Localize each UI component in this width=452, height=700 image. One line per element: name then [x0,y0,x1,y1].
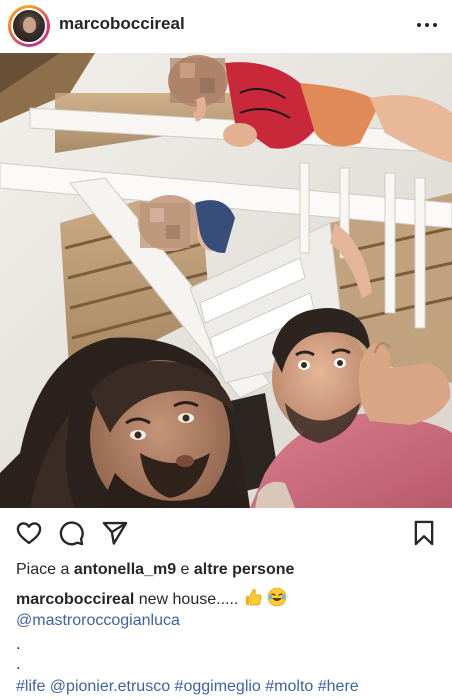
heart-icon[interactable] [15,519,43,547]
caption-username[interactable]: marcoboccireal [16,591,134,608]
mention-link[interactable]: @mastroroccogianluca [16,612,180,630]
likes-summary: Piace a antonella_m9 e altre persone [16,561,294,579]
post-caption: marcoboccireal new house..... [16,587,287,612]
story-ring[interactable] [8,5,50,47]
post-username[interactable]: marcoboccireal [59,14,185,34]
send-icon[interactable] [101,519,129,547]
caption-text: new house..... [138,591,239,608]
likes-prefix: Piace a [16,561,70,578]
caption-dot-2: . [16,656,21,673]
laughing-emoji [267,587,287,612]
bookmark-icon[interactable] [410,519,438,547]
caption-dot-1: . [16,636,21,653]
hashtag-line[interactable]: #life @pionier.etrusco #oggimeglio #molt… [16,678,359,696]
likes-others[interactable]: altre persone [194,561,294,578]
avatar[interactable] [11,8,47,44]
thumbs-up-emoji [243,587,263,612]
post-image[interactable] [0,53,452,508]
likes-joiner: e [180,561,190,578]
likes-user[interactable]: antonella_m9 [74,561,176,578]
post-actions [0,515,452,553]
post-header: marcoboccireal [0,0,452,52]
ellipsis-icon[interactable] [416,16,438,34]
comment-icon[interactable] [57,519,85,547]
